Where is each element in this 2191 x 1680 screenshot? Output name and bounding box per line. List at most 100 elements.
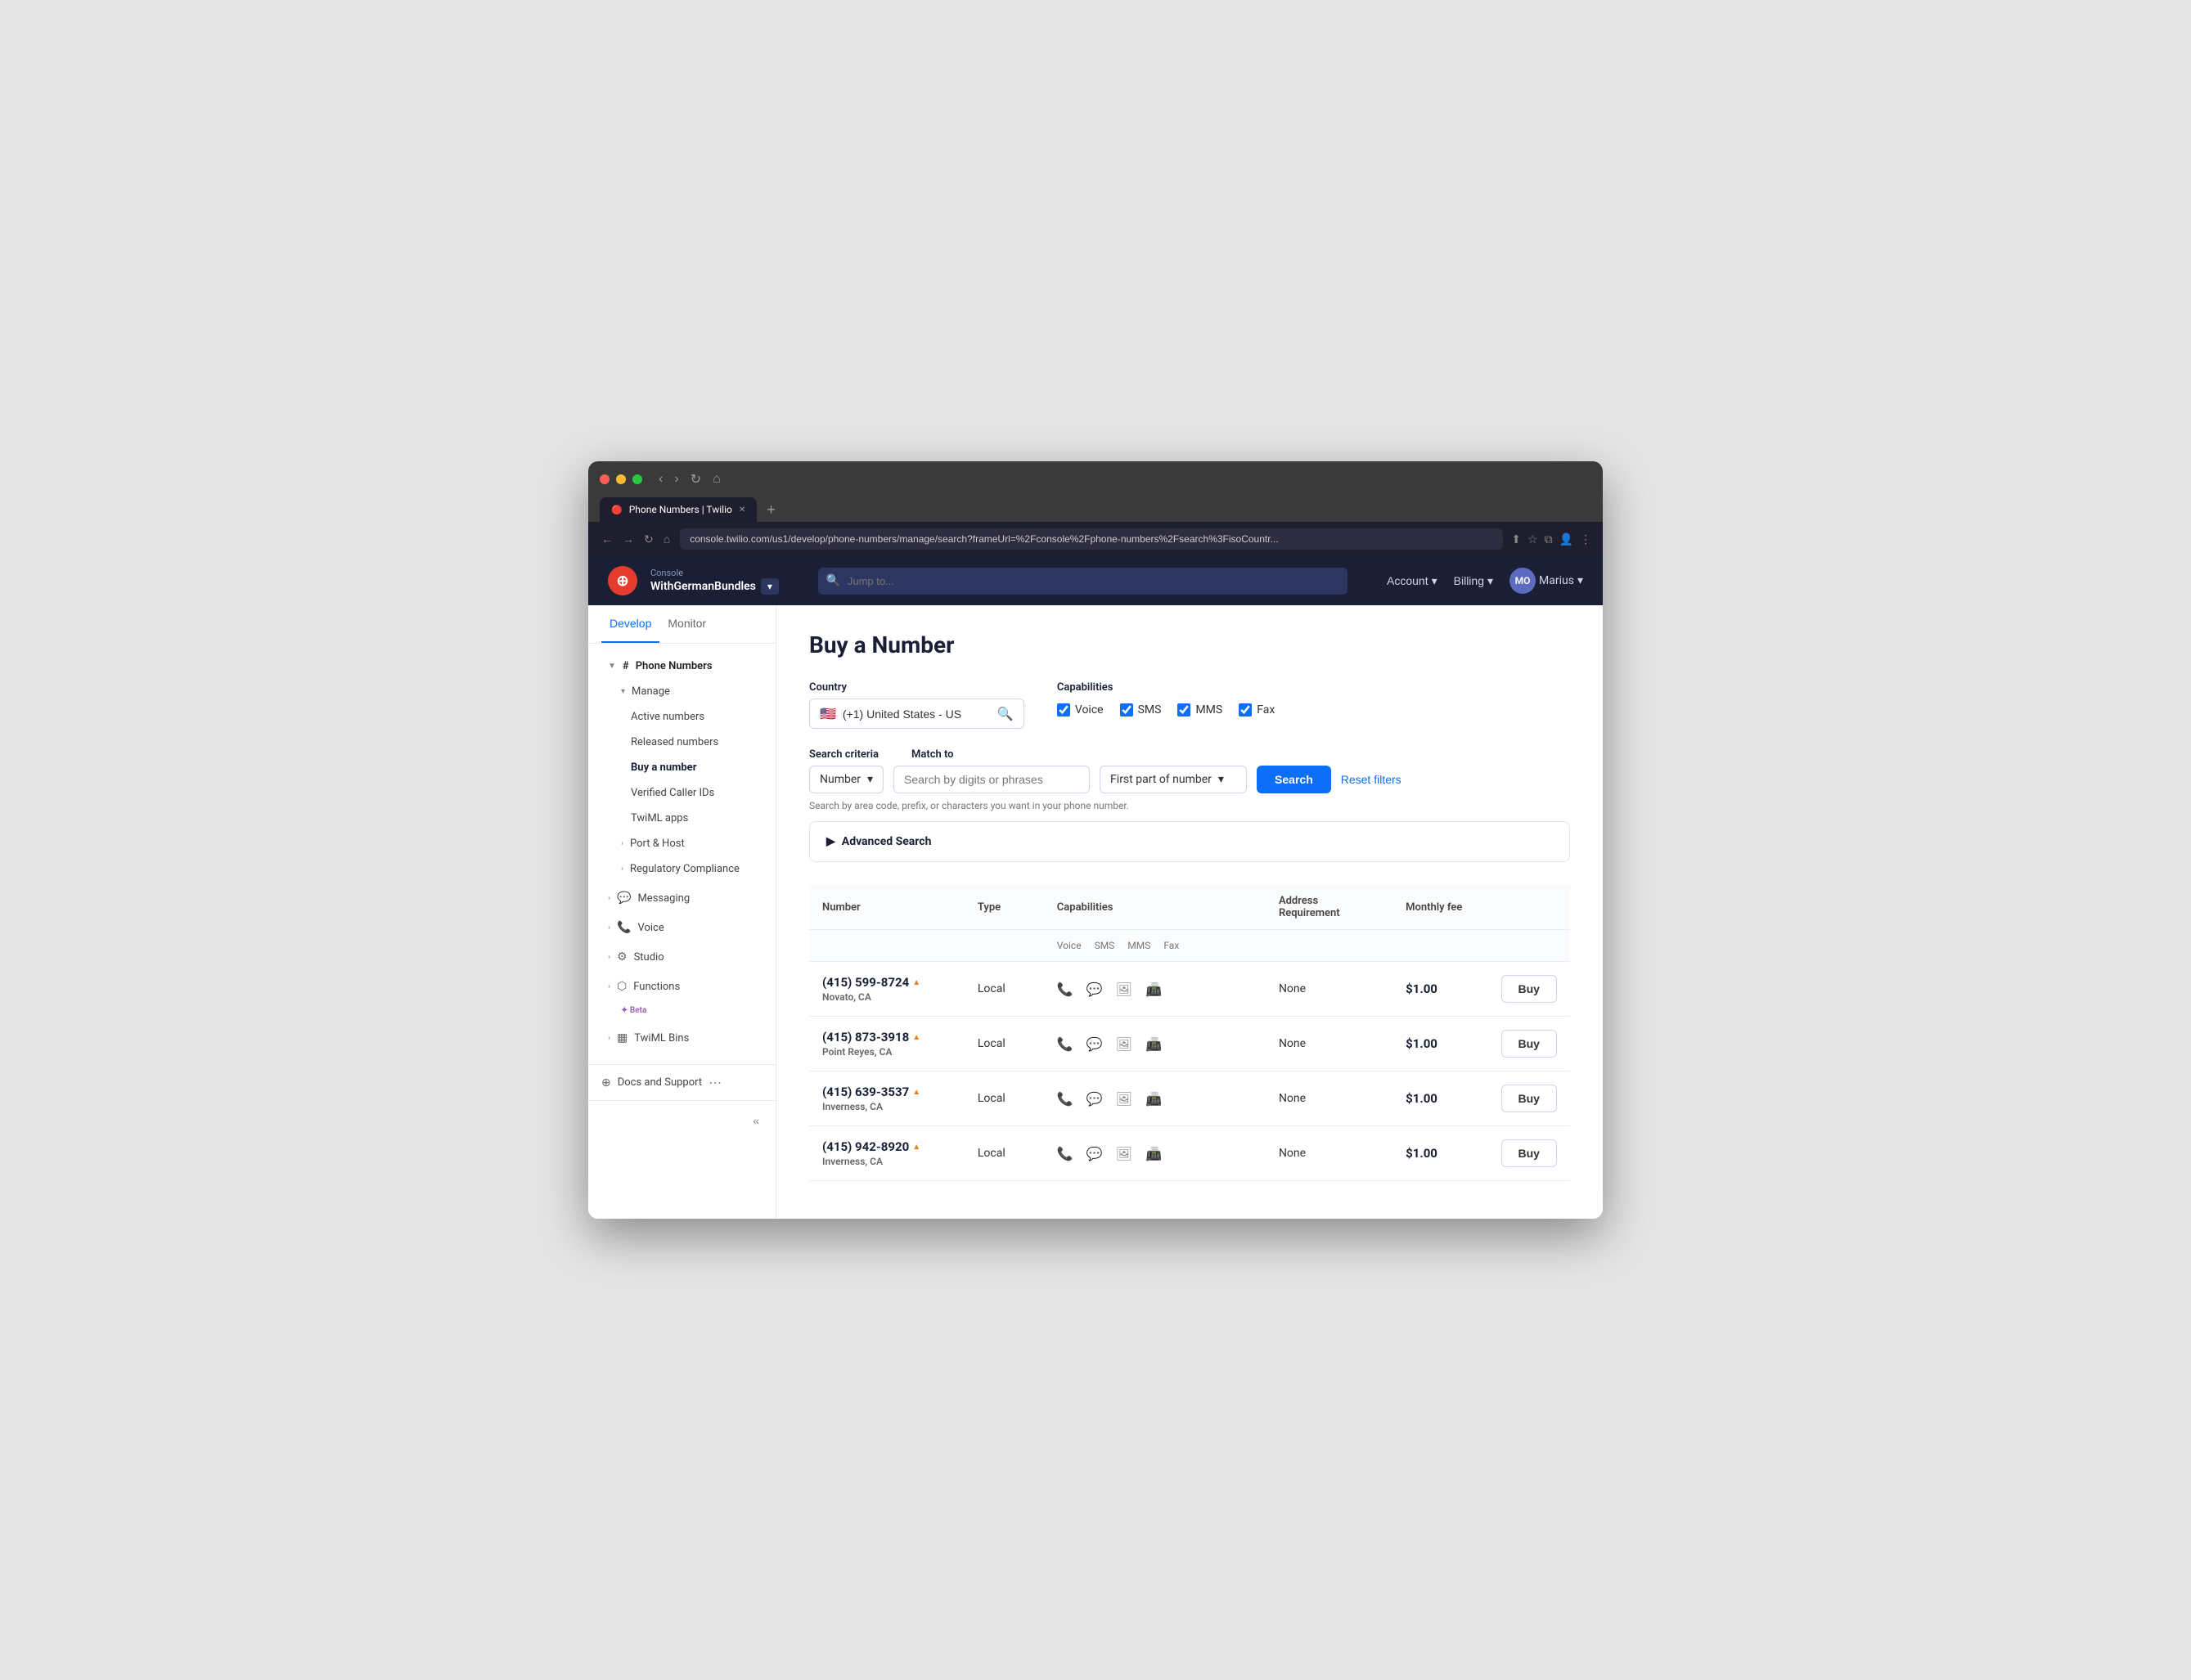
maximize-dot[interactable] <box>632 474 642 484</box>
sidebar-item-released-numbers[interactable]: Released numbers <box>595 730 769 755</box>
table-row: (415) 639-3537 ▲ Inverness, CA Local 📞 💬… <box>809 1071 1570 1126</box>
fax-cap-icon-1: 📠 <box>1145 1036 1162 1052</box>
address-input[interactable] <box>680 528 1503 550</box>
number-cell-0: (415) 599-8724 ▲ Novato, CA <box>822 975 952 1003</box>
profile-icon[interactable]: 👤 <box>1559 532 1573 546</box>
sidebar-item-messaging[interactable]: › 💬 Messaging <box>595 885 769 911</box>
addr-back-button[interactable]: ← <box>600 531 614 548</box>
cell-action-2: Buy <box>1488 1071 1571 1126</box>
tab-close-icon[interactable]: ✕ <box>739 505 745 514</box>
address-bar: ← → ↻ ⌂ ⬆ ☆ ⧉ 👤 ⋮ <box>588 522 1603 556</box>
user-menu[interactable]: MO Marius ▾ <box>1509 568 1583 594</box>
sub-type <box>965 930 1044 962</box>
sidebar-footer[interactable]: ⊕ Docs and Support ⋯ <box>588 1064 776 1100</box>
cap-mms-checkbox[interactable] <box>1177 703 1190 716</box>
match-dropdown[interactable]: First part of number ▾ <box>1100 766 1247 793</box>
buy-button-2[interactable]: Buy <box>1501 1085 1557 1112</box>
cell-fee-1: $1.00 <box>1392 1017 1487 1071</box>
account-switcher[interactable]: WithGermanBundles ▾ <box>650 578 779 595</box>
number-main-2: (415) 639-3537 ▲ <box>822 1085 952 1099</box>
country-input[interactable] <box>843 707 991 721</box>
sidebar-collapse-button[interactable]: « <box>746 1107 766 1134</box>
cap-fax-item[interactable]: Fax <box>1239 703 1275 716</box>
number-location-3: Inverness, CA <box>822 1156 952 1167</box>
tab-monitor[interactable]: Monitor <box>659 605 714 643</box>
main-layout: Develop Monitor ▼ # Phone Numbers ▾ Mana… <box>588 605 1603 1219</box>
advanced-search-section[interactable]: ▶ Advanced Search <box>809 821 1570 862</box>
sidebar-item-manage[interactable]: ▾ Manage <box>595 679 769 704</box>
sidebar-item-functions[interactable]: › ⬡ Functions <box>595 973 769 999</box>
cap-icons-row-3: 📞 💬 🖼 📠 <box>1057 1146 1253 1161</box>
forward-button[interactable]: › <box>671 469 682 489</box>
sidebar-item-twiml-apps[interactable]: TwiML apps <box>595 806 769 831</box>
page-title: Buy a Number <box>809 631 1570 658</box>
sidebar-item-twiml-bins[interactable]: › ▦ TwiML Bins <box>595 1025 769 1051</box>
cap-voice-item[interactable]: Voice <box>1057 703 1104 716</box>
sidebar-item-port-host[interactable]: › Port & Host <box>595 831 769 856</box>
close-dot[interactable] <box>600 474 610 484</box>
extensions-icon[interactable]: ⧉ <box>1545 532 1553 546</box>
fax-cap-icon-3: 📠 <box>1145 1146 1162 1161</box>
criteria-dropdown[interactable]: Number ▾ <box>809 766 884 793</box>
search-top: Country 🇺🇸 🔍 Capabilities Voice <box>809 681 1570 729</box>
active-tab[interactable]: 🔴 Phone Numbers | Twilio ✕ <box>600 497 757 522</box>
voice-label: Voice <box>637 922 664 934</box>
sidebar-item-regulatory[interactable]: › Regulatory Compliance <box>595 856 769 882</box>
cap-voice-checkbox[interactable] <box>1057 703 1070 716</box>
sidebar-item-voice[interactable]: › 📞 Voice <box>595 914 769 941</box>
sidebar-item-buy-number[interactable]: Buy a number <box>595 755 769 780</box>
buy-button-0[interactable]: Buy <box>1501 975 1557 1003</box>
buy-button-1[interactable]: Buy <box>1501 1030 1557 1058</box>
minimize-dot[interactable] <box>616 474 626 484</box>
buy-button-3[interactable]: Buy <box>1501 1139 1557 1167</box>
cap-icons-row-2: 📞 💬 🖼 📠 <box>1057 1091 1253 1107</box>
number-main-3: (415) 942-8920 ▲ <box>822 1139 952 1154</box>
menu-icon[interactable]: ⋮ <box>1580 532 1591 546</box>
account-nav-button[interactable]: Account ▾ <box>1387 574 1437 588</box>
cap-sms-item[interactable]: SMS <box>1120 703 1162 716</box>
cap-sub-headers: Voice SMS MMS Fax <box>1057 940 1253 951</box>
capabilities-group: Capabilities Voice SMS MMS <box>1057 681 1275 716</box>
messaging-section: › 💬 Messaging <box>588 885 776 911</box>
addr-forward-button[interactable]: → <box>621 531 636 548</box>
billing-nav-button[interactable]: Billing ▾ <box>1454 574 1493 588</box>
sidebar-item-active-numbers[interactable]: Active numbers <box>595 704 769 730</box>
search-criteria-row: Number ▾ First part of number ▾ Search R… <box>809 766 1570 793</box>
addr-reload-button[interactable]: ↻ <box>642 531 655 548</box>
tab-label: Phone Numbers | Twilio <box>629 504 732 515</box>
col-capabilities-header: Capabilities <box>1044 885 1266 930</box>
reset-filters-button[interactable]: Reset filters <box>1341 773 1401 786</box>
cell-action-3: Buy <box>1488 1126 1571 1181</box>
sidebar-item-studio[interactable]: › ⚙ Studio <box>595 944 769 970</box>
sidebar-item-phone-numbers[interactable]: ▼ # Phone Numbers <box>595 654 769 679</box>
back-button[interactable]: ‹ <box>655 469 666 489</box>
tab-develop[interactable]: Develop <box>601 605 659 643</box>
functions-label: Functions <box>633 981 680 993</box>
reload-button[interactable]: ↻ <box>687 469 704 489</box>
voice-cap-icon-0: 📞 <box>1057 981 1073 997</box>
docs-more-icon[interactable]: ⋯ <box>709 1075 722 1090</box>
cap-fax-checkbox[interactable] <box>1239 703 1252 716</box>
account-dropdown-button[interactable]: ▾ <box>761 578 779 595</box>
number-arrow-3: ▲ <box>912 1143 920 1152</box>
port-host-expand-icon: › <box>621 839 623 848</box>
number-search-input[interactable] <box>893 766 1090 793</box>
sidebar-item-verified-caller-ids[interactable]: Verified Caller IDs <box>595 780 769 806</box>
cell-address-3: None <box>1266 1126 1392 1181</box>
search-button[interactable]: Search <box>1257 766 1331 793</box>
cap-mms-item[interactable]: MMS <box>1177 703 1222 716</box>
country-select[interactable]: 🇺🇸 🔍 <box>809 699 1024 729</box>
bookmark-icon[interactable]: ☆ <box>1527 532 1538 546</box>
sms-cap-icon-3: 💬 <box>1087 1146 1103 1161</box>
share-icon[interactable]: ⬆ <box>1511 532 1521 546</box>
country-search-icon[interactable]: 🔍 <box>997 706 1014 721</box>
cap-icons-row-0: 📞 💬 🖼 📠 <box>1057 981 1253 997</box>
addr-home-button[interactable]: ⌂ <box>662 531 672 548</box>
col-address-header: Address Requirement <box>1266 885 1392 930</box>
functions-icon: ⬡ <box>617 980 627 993</box>
phone-numbers-section: ▼ # Phone Numbers ▾ Manage Active number… <box>588 654 776 882</box>
cap-sms-checkbox[interactable] <box>1120 703 1133 716</box>
home-button[interactable]: ⌂ <box>709 469 724 489</box>
new-tab-button[interactable]: + <box>760 498 782 522</box>
jump-to-input[interactable] <box>818 568 1347 595</box>
